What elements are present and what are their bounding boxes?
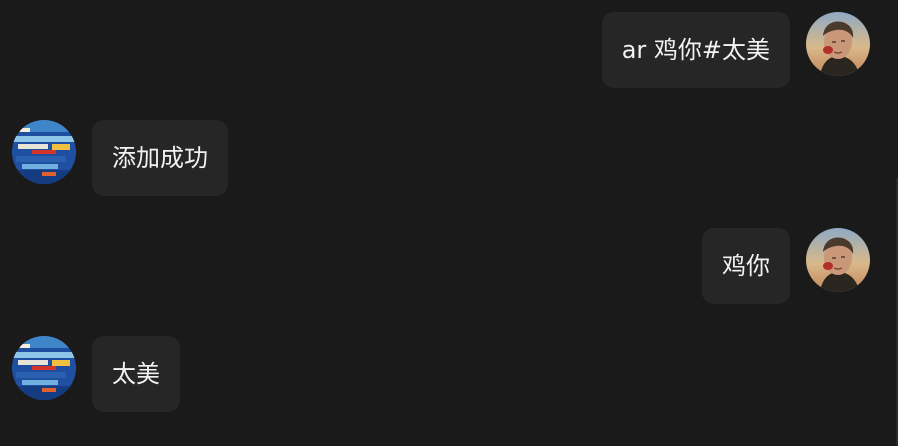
message-bubble[interactable]: 添加成功 xyxy=(92,120,228,196)
message-bubble[interactable]: ar 鸡你#太美 xyxy=(601,12,790,88)
chat-window: ar 鸡你#太美 添加成功 鸡你 太美 xyxy=(0,0,898,446)
painted-globe-avatar-icon xyxy=(12,336,76,400)
bot-avatar[interactable] xyxy=(12,336,76,400)
portrait-avatar-icon xyxy=(806,12,870,76)
message-row: 鸡你 xyxy=(702,228,870,304)
portrait-avatar-icon xyxy=(806,228,870,292)
message-row: 添加成功 xyxy=(12,120,228,196)
user-avatar[interactable] xyxy=(806,12,870,76)
bot-avatar[interactable] xyxy=(12,120,76,184)
message-bubble[interactable]: 太美 xyxy=(92,336,180,412)
message-row: 太美 xyxy=(12,336,180,412)
message-bubble[interactable]: 鸡你 xyxy=(702,228,790,304)
message-row: ar 鸡你#太美 xyxy=(601,12,870,88)
user-avatar[interactable] xyxy=(806,228,870,292)
painted-globe-avatar-icon xyxy=(12,120,76,184)
